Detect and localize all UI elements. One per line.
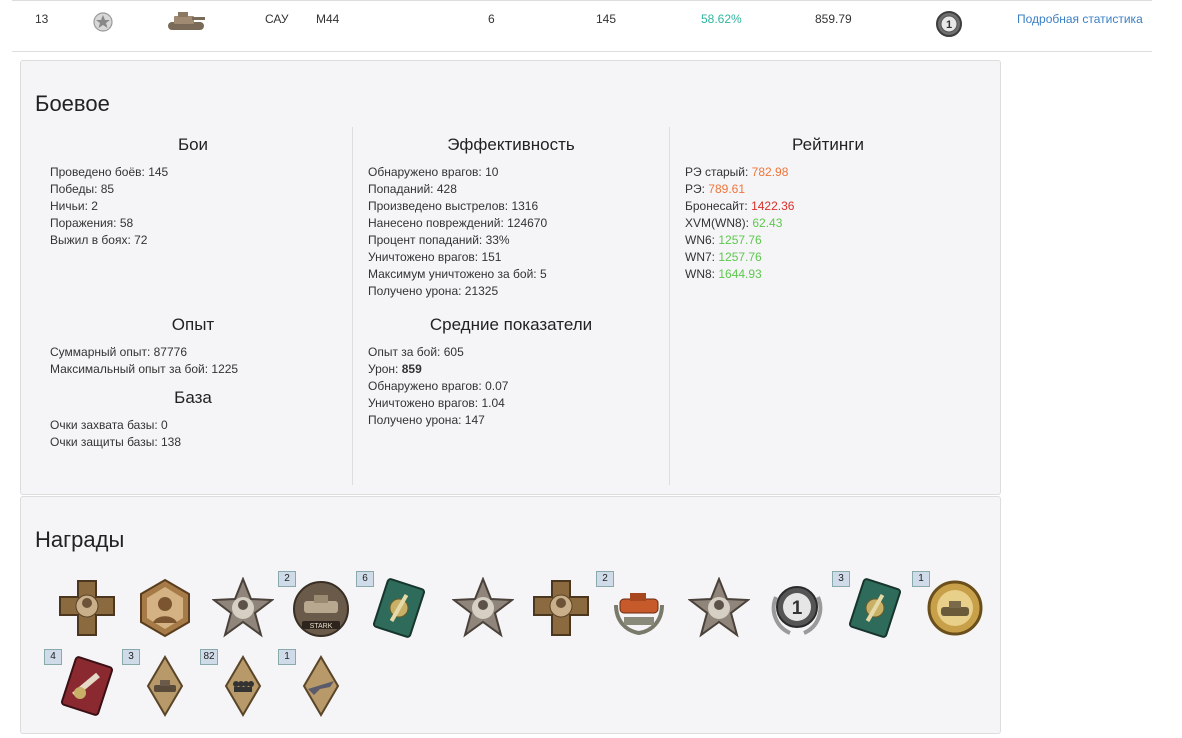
rating-line: XVM(WN8): 62.43 [685, 216, 783, 230]
averages-title: Средние показатели [429, 315, 593, 334]
stat-line: Попаданий: 428 [368, 182, 457, 196]
tank-name: M44 [316, 12, 340, 26]
rating-line: WN7: 1257.76 [685, 250, 762, 264]
detailed-stats-link[interactable]: Подробная статистика [1017, 12, 1143, 26]
ratings-column: Рейтинги РЭ старый: 782.98 РЭ: 789.61 Бр… [669, 127, 986, 485]
svg-text:1: 1 [792, 598, 803, 619]
tank-type: САУ [265, 12, 289, 26]
award-count-badge: 1 [278, 649, 296, 665]
tank-stats-row: 13 САУ M44 6 145 58.62% 859.79 1 Подробн… [12, 0, 1152, 52]
stat-line: Победы: 85 [50, 182, 115, 196]
nation-star-icon [92, 11, 114, 36]
rating-line: Бронесайт: 1422.36 [685, 199, 795, 213]
tank-tier: 6 [488, 12, 495, 26]
experience-title: Опыт [171, 315, 215, 334]
stat-line: Очки защиты базы: 138 [50, 435, 182, 449]
gold-tank-medal-icon[interactable]: 1 [912, 571, 986, 639]
stat-line: Очки захвата базы: 0 [50, 418, 168, 432]
award-count-badge: 3 [122, 649, 140, 665]
stat-line: Уничтожено врагов: 1.04 [368, 396, 505, 410]
tank-battles: 145 [596, 12, 617, 26]
award-count-badge: 2 [596, 571, 614, 587]
green-card-medal-icon[interactable]: 3 [832, 571, 906, 639]
svg-text:1: 1 [946, 19, 952, 31]
cross-medal-icon[interactable] [56, 577, 118, 639]
stat-line: Максимум уничтожено за бой: 5 [368, 267, 547, 281]
award-count-badge: 2 [278, 571, 296, 587]
stat-line: Поражения: 58 [50, 216, 134, 230]
stat-line: Максимальный опыт за бой: 1225 [50, 362, 239, 376]
rating-line: РЭ: 789.61 [685, 182, 745, 196]
stat-line: Опыт за бой: 605 [368, 345, 464, 359]
battle-panel: Боевое Бои Проведено боёв: 145 Победы: 8… [20, 60, 1001, 495]
award-count-badge: 82 [200, 649, 218, 665]
base-title: База [174, 388, 212, 407]
star-portrait-medal-icon[interactable] [451, 576, 515, 639]
awards-title: Награды [35, 527, 125, 552]
mastery-badge-1-icon: 1 [934, 9, 964, 42]
svg-text:STARK: STARK [310, 623, 333, 630]
rating-line: WN6: 1257.76 [685, 233, 762, 247]
mastery-class-1-icon[interactable]: 1 [766, 577, 828, 639]
award-count-badge: 6 [356, 571, 374, 587]
hexagon-portrait-medal-icon[interactable] [134, 577, 196, 639]
stat-line: Выжил в боях: 72 [50, 233, 148, 247]
stat-line: Урон: 859 [368, 362, 422, 376]
stat-line: Обнаружено врагов: 10 [368, 165, 499, 179]
tank-wreath-medal-icon[interactable]: 2 [596, 571, 670, 639]
cross-medal-icon[interactable] [530, 577, 592, 639]
stat-line: Получено урона: 21325 [368, 284, 499, 298]
fights-column: Бои Проведено боёв: 145 Победы: 85 Ничьи… [35, 127, 351, 485]
tank-win-rate: 58.62% [701, 12, 742, 26]
award-count-badge: 4 [44, 649, 62, 665]
stat-line: Получено урона: 147 [368, 413, 485, 427]
stat-line: Нанесено повреждений: 124670 [368, 216, 548, 230]
rating-line: WN8: 1644.93 [685, 267, 762, 281]
fights-title: Бои [177, 135, 209, 154]
stat-line: Процент попаданий: 33% [368, 233, 510, 247]
row-number: 13 [35, 12, 49, 26]
stat-line: Ничьи: 2 [50, 199, 98, 213]
stat-line: Обнаружено врагов: 0.07 [368, 379, 509, 393]
star-portrait-medal-icon[interactable] [211, 576, 275, 639]
battle-title: Боевое [35, 91, 110, 116]
green-card-medal-icon[interactable]: 6 [356, 571, 430, 639]
ratings-title: Рейтинги [792, 135, 864, 154]
stat-line: Уничтожено врагов: 151 [368, 250, 502, 264]
tank-icon [166, 9, 206, 36]
efficiency-column: Эффективность Обнаружено врагов: 10 Попа… [352, 127, 669, 485]
stark-tank-medal-icon[interactable]: STARK 2 [278, 571, 352, 639]
award-count-badge: 1 [912, 571, 930, 587]
award-count-badge: 3 [832, 571, 850, 587]
tank-avg-damage: 859.79 [815, 12, 852, 26]
efficiency-title: Эффективность [447, 135, 575, 154]
star-portrait-medal-icon[interactable] [687, 576, 751, 639]
awards-panel: Награды STARK 2 6 2 1 3 1 4 3 82 1 [20, 496, 1001, 734]
red-card-medal-icon[interactable]: 4 [44, 649, 118, 717]
stat-line: Суммарный опыт: 87776 [50, 345, 187, 359]
stat-line: Произведено выстрелов: 1316 [368, 199, 539, 213]
diamond-plane-medal-icon[interactable]: 1 [278, 649, 352, 717]
stat-line: Проведено боёв: 145 [50, 165, 169, 179]
diamond-knuckles-medal-icon[interactable]: 82 [200, 649, 274, 717]
rating-line: РЭ старый: 782.98 [685, 165, 789, 179]
diamond-tank-medal-icon[interactable]: 3 [122, 649, 196, 717]
